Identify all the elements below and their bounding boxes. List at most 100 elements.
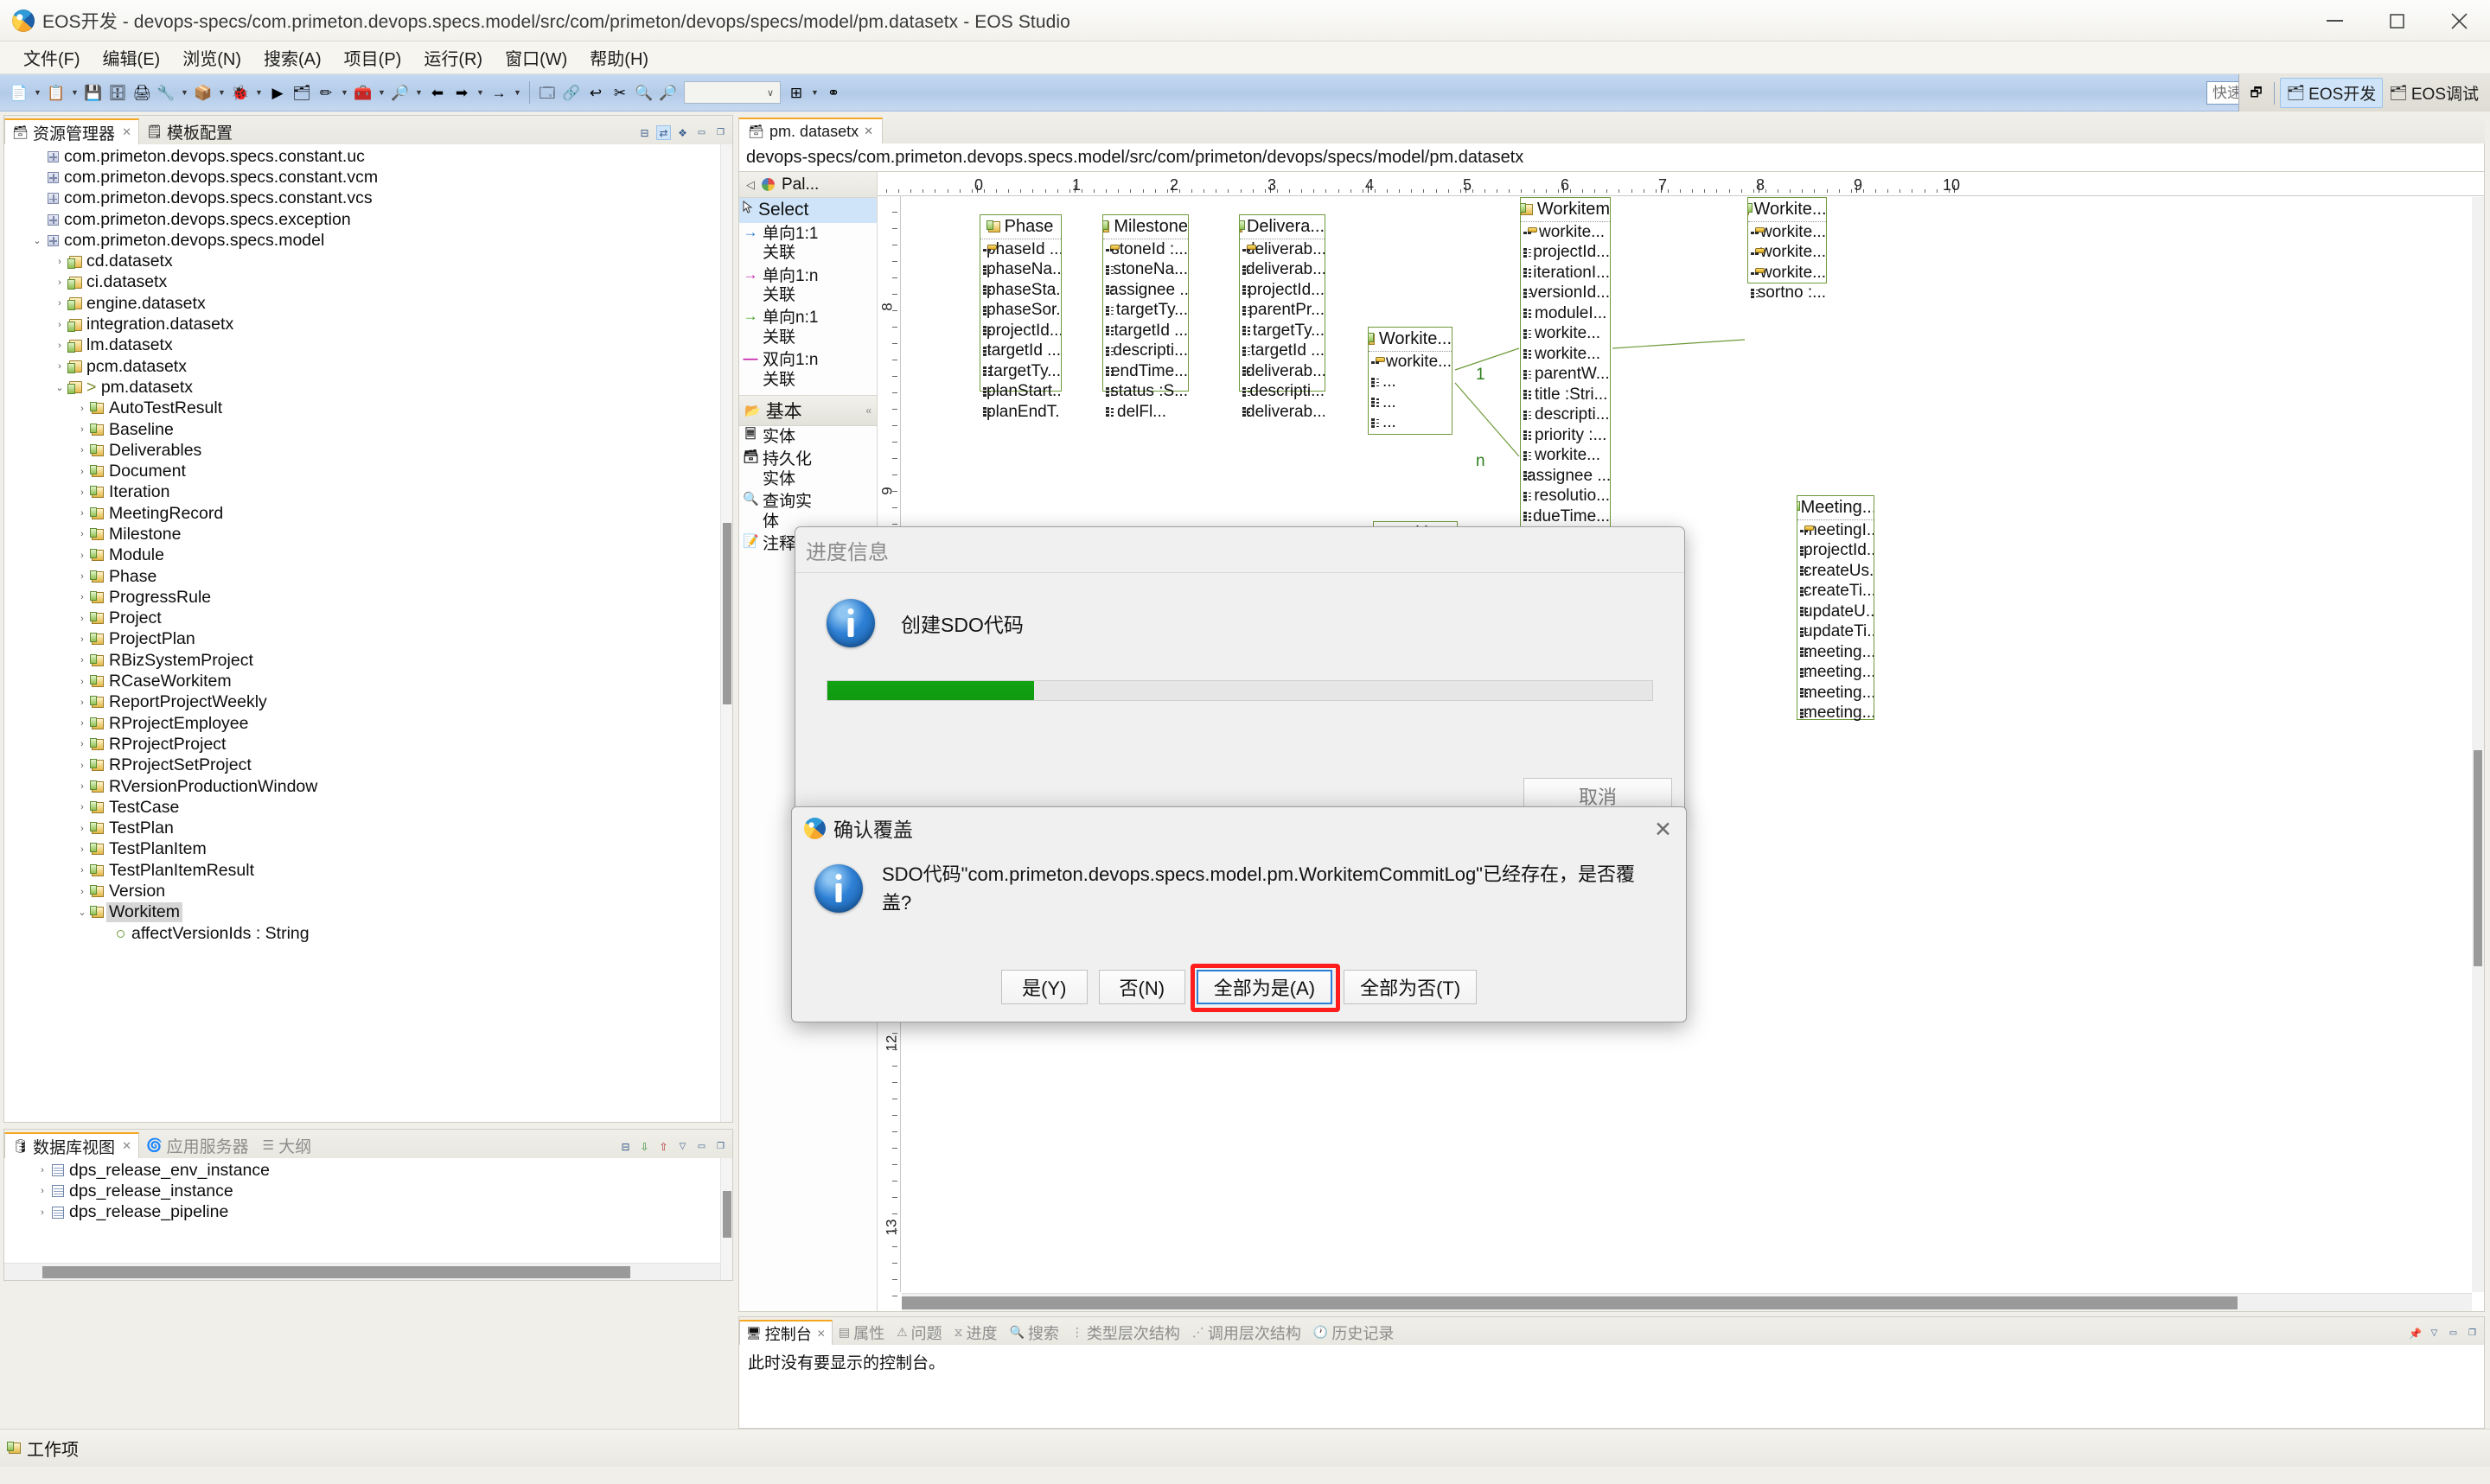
- close-icon[interactable]: ✕: [817, 1328, 826, 1340]
- canvas-hscrollbar-thumb[interactable]: [902, 1296, 2238, 1309]
- resource-tree[interactable]: com.primeton.devops.specs.constant.uc com…: [4, 144, 732, 944]
- tree-item[interactable]: › ci.datasetx: [4, 272, 732, 293]
- search-type-icon[interactable]: 🔎: [389, 80, 412, 105]
- tree-item[interactable]: › RProjectProject: [4, 734, 732, 755]
- menu-help[interactable]: 帮助(H): [578, 42, 660, 73]
- perspective-eos-dev[interactable]: 🗂 EOS开发: [2279, 78, 2384, 108]
- link-with-editor-icon[interactable]: ⇄: [656, 125, 671, 140]
- tree-item[interactable]: › Project: [4, 608, 732, 629]
- tree-item[interactable]: › pcm.datasetx: [4, 356, 732, 377]
- tree-item[interactable]: › cd.datasetx: [4, 251, 732, 271]
- expand-arrow-icon[interactable]: ›: [75, 445, 89, 455]
- tree-item[interactable]: com.primeton.devops.specs.exception: [4, 209, 732, 230]
- print-icon[interactable]: 🖨: [131, 80, 153, 105]
- new-file-icon[interactable]: 📄: [8, 80, 30, 105]
- database-tree[interactable]: › dps_release_env_instance › dps_release_in…: [4, 1158, 732, 1223]
- zoom-level-combo[interactable]: ∨: [684, 81, 781, 104]
- menu-project[interactable]: 项目(P): [333, 42, 413, 73]
- tab-resource-explorer[interactable]: 🗃 资源管理器 ✕: [4, 118, 139, 144]
- collapse-all-icon[interactable]: ⊟: [618, 1139, 633, 1154]
- deploy-dropdown-icon[interactable]: ▼: [215, 80, 228, 105]
- zoom-in-icon[interactable]: 🔍: [633, 80, 655, 105]
- console-tab[interactable]: 🕐 历史记录: [1307, 1320, 1400, 1345]
- menu-search[interactable]: 搜索(A): [252, 42, 333, 73]
- link-icon[interactable]: 🔗: [560, 80, 583, 105]
- expand-arrow-icon[interactable]: ›: [75, 634, 89, 645]
- align-dropdown-icon[interactable]: ▼: [808, 80, 821, 105]
- external-tools-icon[interactable]: 🧰: [352, 80, 374, 105]
- tree-item[interactable]: › dps_release_pipeline: [4, 1202, 732, 1223]
- palette-header[interactable]: ◁ Pal...: [739, 172, 877, 198]
- palette-tool-select[interactable]: Select: [739, 198, 877, 223]
- forward-nav-icon[interactable]: ➡: [450, 80, 473, 105]
- expand-arrow-icon[interactable]: ›: [75, 551, 89, 561]
- edit-icon[interactable]: ✏: [315, 80, 337, 105]
- next-annotation-icon[interactable]: →: [488, 80, 510, 105]
- collapse-arrow-icon[interactable]: ⌄: [53, 382, 67, 393]
- build-icon[interactable]: 🔧: [155, 80, 177, 105]
- tree-item[interactable]: › TestCase: [4, 797, 732, 818]
- collapse-left-icon[interactable]: ◁: [746, 178, 755, 192]
- tree-item[interactable]: › ProjectPlan: [4, 629, 732, 650]
- expand-arrow-icon[interactable]: ›: [75, 781, 89, 792]
- palette-basic-tool[interactable]: 🗏 实体: [739, 426, 877, 449]
- expand-arrow-icon[interactable]: ›: [53, 361, 67, 372]
- console-tab[interactable]: ▤ 属性: [833, 1320, 891, 1345]
- expand-arrow-icon[interactable]: ›: [75, 802, 89, 812]
- close-icon[interactable]: ✕: [1654, 817, 1672, 843]
- next-annotation-dropdown-icon[interactable]: ▼: [511, 80, 524, 105]
- expand-arrow-icon[interactable]: ›: [35, 1186, 49, 1196]
- palette-relation-tool[interactable]: → 单向1:n 关联: [739, 265, 877, 308]
- zoom-out-icon[interactable]: 🔎: [657, 80, 680, 105]
- tree-item[interactable]: › Milestone: [4, 524, 732, 545]
- close-icon[interactable]: ✕: [864, 124, 873, 138]
- view-menu-icon[interactable]: ▽: [2427, 1326, 2442, 1341]
- tree-item[interactable]: › RProjectSetProject: [4, 755, 732, 776]
- no-to-all-button[interactable]: 全部为否(T): [1344, 970, 1478, 1004]
- console-tab[interactable]: ⧖ 进度: [948, 1320, 1004, 1345]
- tree-item[interactable]: › engine.datasetx: [4, 293, 732, 314]
- expand-arrow-icon[interactable]: ›: [75, 614, 89, 624]
- expand-arrow-icon[interactable]: ›: [53, 341, 67, 351]
- tab-template-config[interactable]: 🗒 模板配置: [139, 118, 239, 144]
- edit-dropdown-icon[interactable]: ▼: [338, 80, 351, 105]
- new-wizard-dropdown-icon[interactable]: ▼: [68, 80, 81, 105]
- save-icon[interactable]: 💾: [82, 80, 105, 105]
- tree-item[interactable]: › Deliverables: [4, 440, 732, 461]
- tree-item[interactable]: affectVersionIds : String: [4, 923, 732, 944]
- expand-arrow-icon[interactable]: ›: [75, 487, 89, 498]
- tree-item[interactable]: › TestPlanItem: [4, 839, 732, 860]
- expand-arrow-icon[interactable]: ›: [53, 298, 67, 309]
- expand-arrow-icon[interactable]: ›: [75, 529, 89, 539]
- tree-item[interactable]: › Document: [4, 461, 732, 481]
- uml-class-box[interactable]: Phase phaseId ... phaseNa...phaseSta... pha…: [980, 214, 1062, 421]
- maximize-icon[interactable]: ❐: [713, 1139, 728, 1154]
- debug-dropdown-icon[interactable]: ▼: [252, 80, 265, 105]
- tab-app-server[interactable]: 🌀 应用服务器: [139, 1132, 256, 1158]
- deploy-icon[interactable]: 📦: [192, 80, 214, 105]
- expand-arrow-icon[interactable]: ›: [75, 761, 89, 771]
- nav-dropdown-icon[interactable]: ▼: [474, 80, 487, 105]
- close-icon[interactable]: ✕: [122, 1139, 131, 1153]
- external-tools-dropdown-icon[interactable]: ▼: [375, 80, 388, 105]
- menu-run[interactable]: 运行(R): [412, 42, 494, 73]
- menu-file[interactable]: 文件(F): [12, 42, 92, 73]
- canvas-vscrollbar-track[interactable]: [2472, 197, 2484, 1292]
- view-menu-icon[interactable]: ❖: [675, 125, 690, 140]
- minimize-icon[interactable]: ▭: [2446, 1326, 2461, 1341]
- tree-item[interactable]: ⌄ Workitem: [4, 902, 732, 923]
- cut-icon[interactable]: ✂: [609, 80, 631, 105]
- console-tab[interactable]: 🔍 搜索: [1003, 1320, 1064, 1345]
- expand-arrow-icon[interactable]: ›: [75, 404, 89, 414]
- console-tab[interactable]: 🖥 控制台 ✕: [739, 1320, 833, 1345]
- tree-item[interactable]: › AutoTestResult: [4, 398, 732, 419]
- connect-icon[interactable]: ⇩: [637, 1139, 652, 1154]
- expand-arrow-icon[interactable]: ›: [75, 424, 89, 435]
- back-icon[interactable]: ⬅: [426, 80, 449, 105]
- console-tab[interactable]: ⋰ 调用层次结构: [1186, 1320, 1307, 1345]
- expand-arrow-icon[interactable]: ›: [35, 1165, 49, 1175]
- tree-item[interactable]: › ProgressRule: [4, 587, 732, 608]
- tree-item[interactable]: › Baseline: [4, 419, 732, 440]
- expand-arrow-icon[interactable]: ›: [75, 697, 89, 708]
- tree-item[interactable]: › RProjectEmployee: [4, 713, 732, 734]
